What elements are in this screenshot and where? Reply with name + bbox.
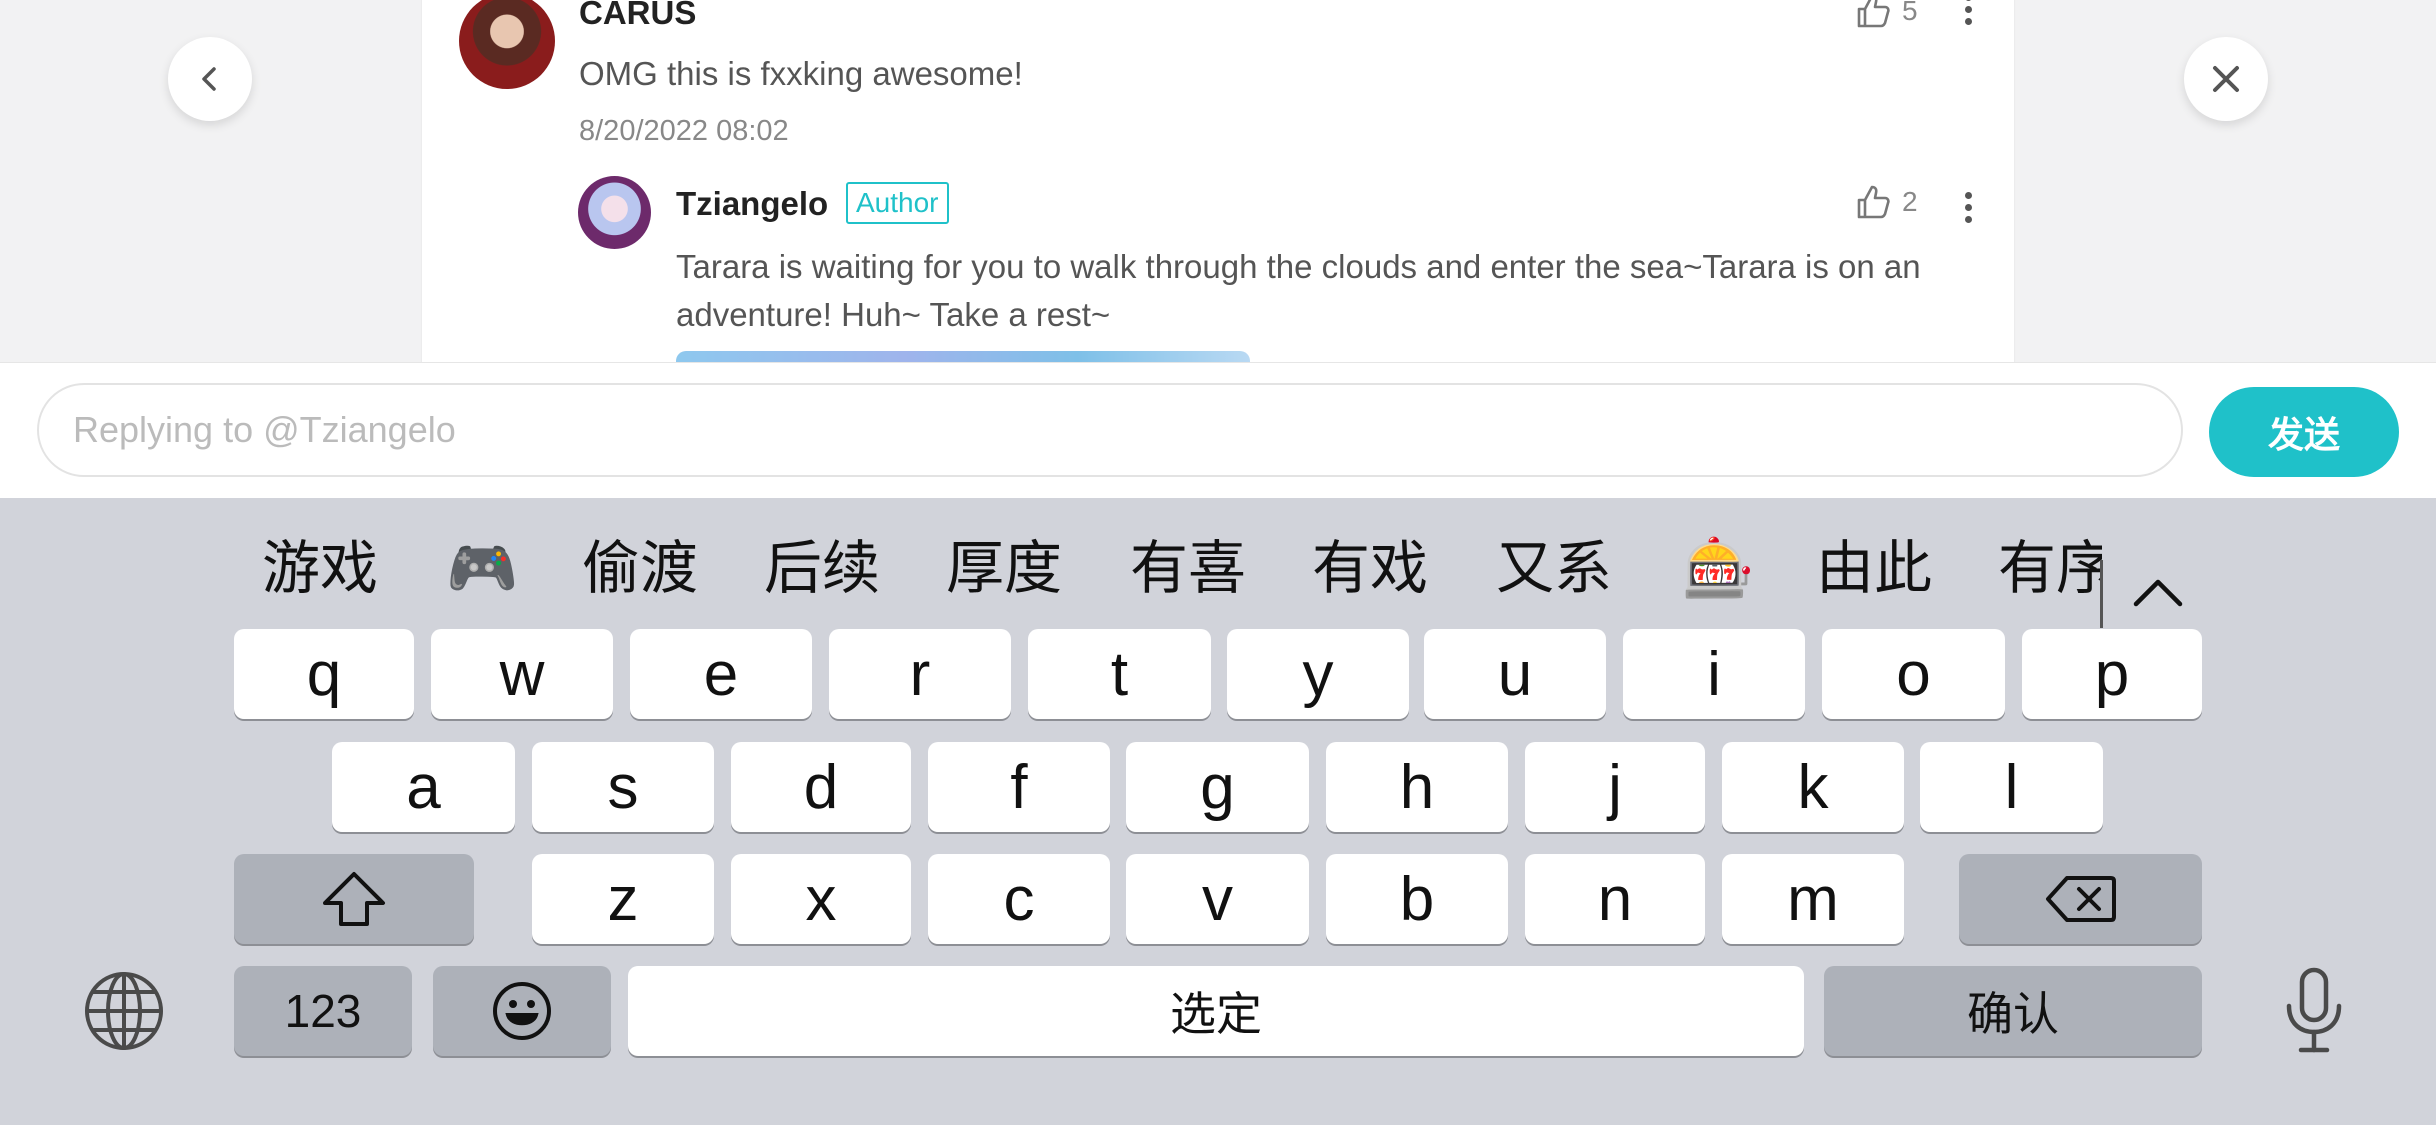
key-v[interactable]: v (1126, 854, 1309, 944)
backspace-key[interactable] (1959, 854, 2202, 944)
candidate-bar: 游戏 🎮 偷渡 后续 厚度 有喜 有戏 又系 🎰 由此 有序 (0, 528, 2436, 628)
globe-button[interactable] (80, 966, 168, 1056)
close-icon (2213, 66, 2239, 92)
emoji-key[interactable] (433, 966, 611, 1056)
like-count: 5 (1902, 0, 1918, 26)
like-count: 2 (1902, 186, 1918, 217)
candidate-item[interactable]: 后续 (764, 528, 880, 608)
more-options-parent[interactable] (1960, 0, 1976, 25)
reply-input[interactable] (37, 383, 2183, 477)
like-button-reply[interactable]: 2 (1854, 183, 1918, 221)
key-x[interactable]: x (731, 854, 911, 944)
reply-bar: 发送 (0, 362, 2436, 498)
reply-text: Tarara is waiting for you to walk throug… (676, 248, 1921, 333)
text-caret (2100, 560, 2103, 628)
key-j[interactable]: j (1525, 742, 1705, 832)
key-f[interactable]: f (928, 742, 1110, 832)
key-y[interactable]: y (1227, 629, 1409, 719)
more-icon (1964, 0, 1972, 1)
dictation-button[interactable] (2270, 966, 2358, 1056)
key-q[interactable]: q (234, 629, 414, 719)
candidate-item[interactable]: 有序 (1998, 528, 2102, 608)
comment-timestamp: 8/20/2022 08:02 (579, 115, 789, 148)
avatar-tziangelo[interactable] (578, 176, 651, 249)
key-z[interactable]: z (532, 854, 714, 944)
key-d[interactable]: d (731, 742, 911, 832)
comment-text: OMG this is fxxking awesome! (579, 55, 1023, 92)
key-g[interactable]: g (1126, 742, 1309, 832)
thumbs-up-icon (1857, 0, 1890, 28)
key-u[interactable]: u (1424, 629, 1606, 719)
comment-date: 8/20/2022 (579, 115, 709, 147)
key-h[interactable]: h (1326, 742, 1508, 832)
back-button[interactable] (168, 37, 252, 121)
key-p[interactable]: p (2022, 629, 2202, 719)
globe-icon (85, 972, 163, 1050)
key-n[interactable]: n (1525, 854, 1705, 944)
emoji-icon (493, 982, 551, 1040)
key-w[interactable]: w (431, 629, 613, 719)
thumbs-up-icon (1857, 185, 1890, 219)
key-s[interactable]: s (532, 742, 714, 832)
key-b[interactable]: b (1326, 854, 1508, 944)
expand-candidates-button[interactable] (2128, 562, 2188, 622)
candidate-item[interactable]: 🎮 (446, 528, 518, 608)
close-button[interactable] (2184, 37, 2268, 121)
confirm-key[interactable]: 确认 (1824, 966, 2202, 1056)
shift-key[interactable] (234, 854, 474, 944)
keyboard: 游戏 🎮 偷渡 后续 厚度 有喜 有戏 又系 🎰 由此 有序 q w e r t… (0, 498, 2436, 1125)
microphone-icon (2286, 967, 2342, 1053)
candidate-item[interactable]: 有喜 (1130, 528, 1246, 608)
key-e[interactable]: e (630, 629, 812, 719)
backspace-icon (2045, 876, 2116, 922)
candidate-item[interactable]: 又系 (1496, 528, 1612, 608)
comment-area: CARUS OMG this is fxxking awesome! 8/20/… (0, 0, 2436, 362)
candidate-item[interactable]: 有戏 (1312, 528, 1428, 608)
chevron-up-icon (2133, 579, 2183, 607)
numbers-key[interactable]: 123 (234, 966, 412, 1056)
key-c[interactable]: c (928, 854, 1110, 944)
key-m[interactable]: m (1722, 854, 1904, 944)
more-options-reply[interactable] (1960, 192, 1976, 223)
key-l[interactable]: l (1920, 742, 2103, 832)
space-key[interactable]: 选定 (628, 966, 1804, 1056)
candidate-item[interactable]: 厚度 (946, 528, 1062, 608)
back-chevron-icon (202, 67, 216, 91)
username-carus[interactable]: CARUS (579, 0, 696, 32)
key-i[interactable]: i (1623, 629, 1805, 719)
key-k[interactable]: k (1722, 742, 1904, 832)
reply-image[interactable] (676, 351, 1250, 362)
author-badge: Author (846, 182, 949, 224)
more-icon (1964, 192, 1972, 199)
send-button[interactable]: 发送 (2209, 387, 2399, 477)
candidate-item[interactable]: 偷渡 (582, 528, 698, 608)
candidate-item[interactable]: 🎰 (1682, 528, 1754, 608)
username-tziangelo[interactable]: Tziangelo (676, 185, 828, 223)
shift-icon (323, 872, 385, 926)
key-t[interactable]: t (1028, 629, 1211, 719)
like-button-parent[interactable]: 5 (1854, 0, 1918, 30)
comment-time: 08:02 (716, 115, 789, 147)
key-r[interactable]: r (829, 629, 1011, 719)
key-a[interactable]: a (332, 742, 515, 832)
candidate-item[interactable]: 游戏 (262, 528, 378, 608)
candidate-item[interactable]: 由此 (1816, 528, 1932, 608)
key-o[interactable]: o (1822, 629, 2005, 719)
